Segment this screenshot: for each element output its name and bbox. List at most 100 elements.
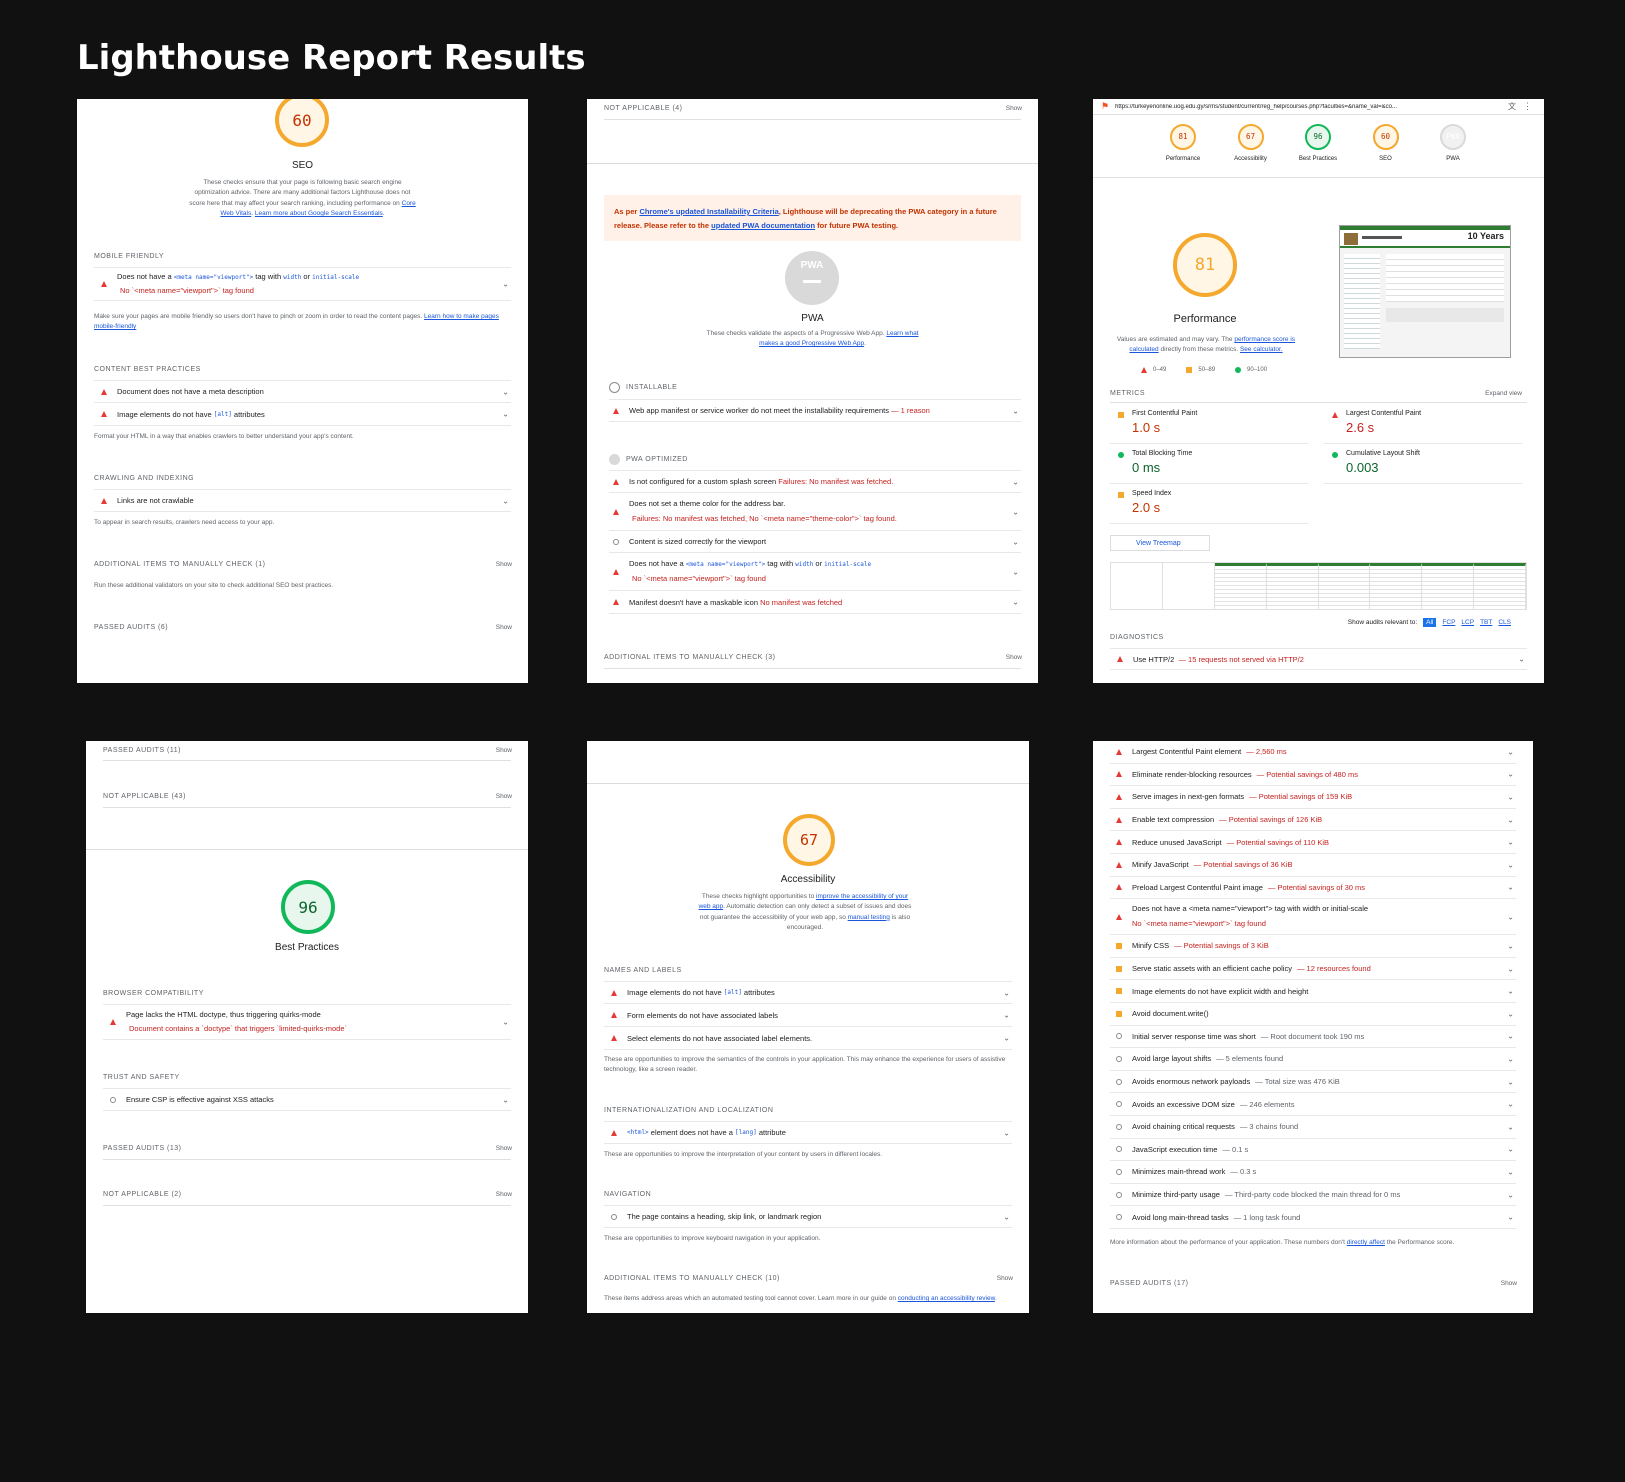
viewport-row[interactable]: Does not have a <meta name="viewport"> t… [609, 553, 1021, 591]
chevron-down-icon[interactable]: ⌄ [1507, 941, 1514, 950]
more-menu-icon[interactable]: ⋮ [1523, 101, 1532, 112]
manual-testing-link[interactable]: manual testing [848, 914, 890, 921]
chevron-down-icon[interactable]: ⌄ [1507, 1190, 1514, 1199]
diagnostic-row[interactable]: Minify JavaScript — Potential savings of … [1110, 854, 1516, 877]
diagnostic-row[interactable]: JavaScript execution time — 0.1 s ⌄ [1110, 1139, 1516, 1162]
score-summary-accessibility[interactable]: 67 Accessibility [1221, 124, 1281, 169]
chevron-down-icon[interactable]: ⌄ [502, 280, 509, 289]
search-essentials-link[interactable]: Learn more about Google Search Essential… [255, 210, 383, 217]
chevron-down-icon[interactable]: ⌄ [1507, 912, 1514, 921]
chevron-down-icon[interactable]: ⌄ [1012, 598, 1019, 607]
installability-criteria-link[interactable]: Chrome's updated Installability Criteria [639, 207, 778, 216]
chevron-down-icon[interactable]: ⌄ [1507, 860, 1514, 869]
diagnostic-row[interactable]: Minimizes main-thread work — 0.3 s ⌄ [1110, 1161, 1516, 1184]
filter-lcp-button[interactable]: LCP [1461, 619, 1474, 626]
chevron-down-icon[interactable]: ⌄ [1012, 406, 1019, 415]
theme-color-row[interactable]: Does not set a theme color for the addre… [609, 493, 1021, 531]
chevron-down-icon[interactable]: ⌄ [1507, 883, 1514, 892]
chevron-down-icon[interactable]: ⌄ [1012, 567, 1019, 576]
filter-all-button[interactable]: All [1423, 618, 1437, 627]
show-button[interactable]: Show [1006, 105, 1022, 112]
score-summary-pwa[interactable]: PWA PWA [1423, 124, 1483, 169]
show-button[interactable]: Show [496, 1191, 512, 1198]
chevron-down-icon[interactable]: ⌄ [1507, 1145, 1514, 1154]
diagnostic-row[interactable]: Does not have a <meta name="viewport"> t… [1110, 899, 1516, 936]
chevron-down-icon[interactable]: ⌄ [1003, 1128, 1010, 1137]
diagnostic-row[interactable]: Avoid long main-thread tasks — 1 long tas… [1110, 1206, 1516, 1229]
show-button[interactable]: Show [997, 1275, 1013, 1282]
diagnostic-row[interactable]: Avoid large layout shifts — 5 elements fo… [1110, 1048, 1516, 1071]
chevron-down-icon[interactable]: ⌄ [1003, 988, 1010, 997]
chevron-down-icon[interactable]: ⌄ [1507, 1009, 1514, 1018]
chevron-down-icon[interactable]: ⌄ [1507, 770, 1514, 779]
diagnostic-row[interactable]: Minify CSS — Potential savings of 3 KiB ⌄ [1110, 935, 1516, 958]
show-button[interactable]: Show [496, 747, 512, 754]
chevron-down-icon[interactable]: ⌄ [1012, 477, 1019, 486]
http2-row[interactable]: Use HTTP/2 — 15 requests not served via … [1110, 648, 1527, 670]
score-summary-best-practices[interactable]: 96 Best Practices [1288, 124, 1348, 169]
diagnostic-row[interactable]: Avoids an excessive DOM size — 246 elemen… [1110, 1093, 1516, 1116]
score-summary-seo[interactable]: 60 SEO [1356, 124, 1416, 169]
maskable-icon-row[interactable]: Manifest doesn't have a maskable icon No… [609, 591, 1021, 614]
diagnostic-row[interactable]: Serve images in next-gen formats — Potent… [1110, 786, 1516, 809]
form-labels-row[interactable]: Form elements do not have associated lab… [604, 1004, 1012, 1027]
chevron-down-icon[interactable]: ⌄ [1507, 1122, 1514, 1131]
chevron-down-icon[interactable]: ⌄ [1507, 747, 1514, 756]
splash-screen-row[interactable]: Is not configured for a custom splash sc… [609, 470, 1021, 493]
html-lang-row[interactable]: <html> element does not have a [lang] at… [604, 1121, 1012, 1144]
content-sized-row[interactable]: Content is sized correctly for the viewp… [609, 531, 1021, 553]
landmark-row[interactable]: The page contains a heading, skip link, … [604, 1205, 1012, 1228]
filter-cls-button[interactable]: CLS [1498, 619, 1511, 626]
meta-description-row[interactable]: Document does not have a meta descriptio… [94, 380, 511, 403]
chevron-down-icon[interactable]: ⌄ [1507, 1100, 1514, 1109]
accessibility-review-link[interactable]: conducting an accessibility review [898, 1295, 995, 1302]
filter-fcp-button[interactable]: FCP [1442, 619, 1455, 626]
chevron-down-icon[interactable]: ⌄ [1507, 1167, 1514, 1176]
chevron-down-icon[interactable]: ⌄ [1003, 1034, 1010, 1043]
diagnostic-row[interactable]: Largest Contentful Paint element — 2,560 … [1110, 741, 1516, 764]
chevron-down-icon[interactable]: ⌄ [502, 387, 509, 396]
chevron-down-icon[interactable]: ⌄ [1507, 1054, 1514, 1063]
chevron-down-icon[interactable]: ⌄ [502, 1095, 509, 1104]
chevron-down-icon[interactable]: ⌄ [1507, 964, 1514, 973]
expand-view-button[interactable]: Expand view [1485, 390, 1522, 397]
select-labels-row[interactable]: Select elements do not have associated l… [604, 1027, 1012, 1050]
view-treemap-button[interactable]: View Treemap [1110, 535, 1210, 551]
chevron-down-icon[interactable]: ⌄ [1507, 792, 1514, 801]
image-alt-row[interactable]: Image elements do not have [alt] attribu… [604, 981, 1012, 1004]
chevron-down-icon[interactable]: ⌄ [1518, 655, 1525, 664]
show-button[interactable]: Show [496, 1145, 512, 1152]
links-crawlable-row[interactable]: Links are not crawlable ⌄ [94, 489, 511, 512]
csp-row[interactable]: Ensure CSP is effective against XSS atta… [103, 1088, 511, 1111]
show-button[interactable]: Show [496, 561, 512, 568]
chevron-down-icon[interactable]: ⌄ [502, 1018, 509, 1027]
show-button[interactable]: Show [496, 793, 512, 800]
viewport-audit-row[interactable]: Does not have a <meta name="viewport"> t… [94, 267, 511, 301]
manifest-row[interactable]: Web app manifest or service worker do no… [609, 399, 1021, 422]
diagnostic-row[interactable]: Serve static assets with an efficient ca… [1110, 958, 1516, 981]
diagnostic-row[interactable]: Image elements do not have explicit widt… [1110, 980, 1516, 1003]
show-button[interactable]: Show [496, 624, 512, 631]
image-alt-row[interactable]: Image elements do not have [alt] attribu… [94, 403, 511, 426]
chevron-down-icon[interactable]: ⌄ [1003, 1011, 1010, 1020]
diagnostic-row[interactable]: Enable text compression — Potential savin… [1110, 809, 1516, 832]
diagnostic-row[interactable]: Minimize third-party usage — Third-party … [1110, 1184, 1516, 1207]
chevron-down-icon[interactable]: ⌄ [1507, 1077, 1514, 1086]
show-button[interactable]: Show [1501, 1280, 1517, 1287]
chevron-down-icon[interactable]: ⌄ [1012, 507, 1019, 516]
chevron-down-icon[interactable]: ⌄ [1012, 537, 1019, 546]
chevron-down-icon[interactable]: ⌄ [1507, 1213, 1514, 1222]
chevron-down-icon[interactable]: ⌄ [502, 410, 509, 419]
diagnostic-row[interactable]: Avoid document.write() ⌄ [1110, 1003, 1516, 1026]
doctype-row[interactable]: Page lacks the HTML doctype, thus trigge… [103, 1004, 511, 1040]
chevron-down-icon[interactable]: ⌄ [1003, 1212, 1010, 1221]
diagnostic-row[interactable]: Eliminate render-blocking resources — Pot… [1110, 764, 1516, 787]
diagnostic-row[interactable]: Avoid chaining critical requests — 3 chai… [1110, 1116, 1516, 1139]
diagnostic-row[interactable]: Initial server response time was short — … [1110, 1026, 1516, 1049]
show-button[interactable]: Show [1006, 654, 1022, 661]
diagnostic-row[interactable]: Reduce unused JavaScript — Potential savi… [1110, 831, 1516, 854]
calculator-link[interactable]: See calculator. [1240, 346, 1283, 353]
pwa-docs-link[interactable]: updated PWA documentation [711, 221, 815, 230]
chevron-down-icon[interactable]: ⌄ [502, 496, 509, 505]
diagnostic-row[interactable]: Preload Largest Contentful Paint image — … [1110, 877, 1516, 900]
